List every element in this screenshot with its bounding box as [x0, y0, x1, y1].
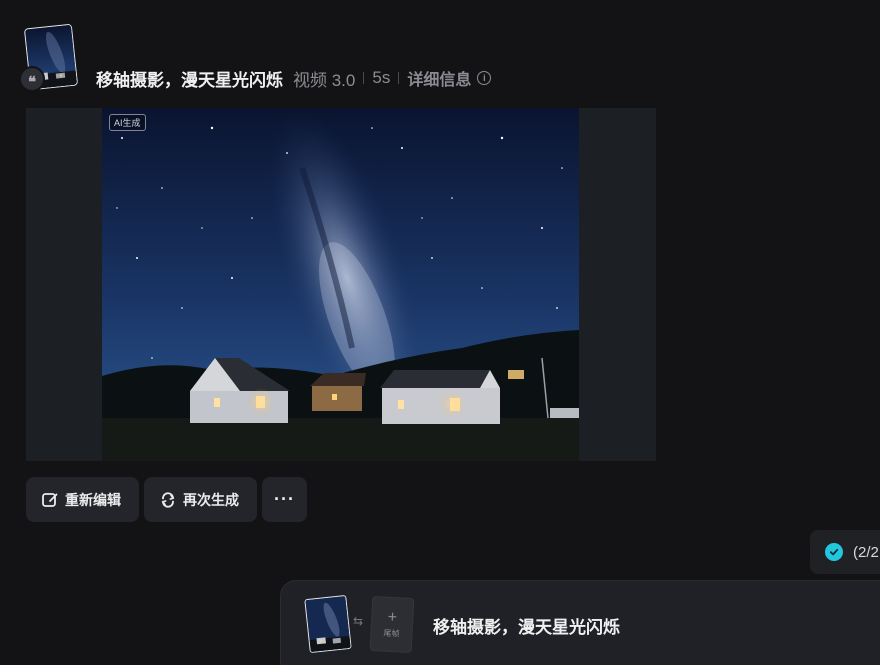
details-label: 详细信息	[407, 72, 472, 89]
action-bar: 重新编辑 再次生成 ···	[26, 477, 307, 522]
plus-icon: +	[387, 608, 398, 627]
reedit-button[interactable]: 重新编辑	[26, 477, 139, 522]
prompt-composer[interactable]: ⇆ + 尾帧 移轴摄影，漫天星光闪烁	[280, 580, 880, 665]
first-frame-thumbnail[interactable]	[304, 594, 352, 654]
model-label: 视频 3.0	[293, 70, 356, 90]
last-frame-label: 尾帧	[383, 628, 400, 639]
regenerate-button[interactable]: 再次生成	[144, 477, 257, 522]
edit-icon	[42, 492, 58, 507]
generation-header: 移轴摄影，漫天星光闪烁 视频 3.0 5s 详细信息 i	[96, 66, 492, 90]
ai-generated-tag: AI生成	[109, 114, 146, 131]
prompt-title: 移轴摄影，漫天星光闪烁	[96, 70, 283, 90]
regenerate-icon	[161, 491, 175, 508]
swap-icon[interactable]: ⇆	[353, 614, 363, 628]
more-icon: ···	[274, 489, 295, 509]
video-preview[interactable]: AI生成	[26, 108, 656, 461]
task-status-chip[interactable]: (2/2	[810, 530, 880, 574]
check-circle-icon	[825, 543, 843, 561]
divider	[363, 72, 365, 84]
quote-icon: ❝	[19, 66, 45, 92]
last-frame-slot[interactable]: + 尾帧	[369, 595, 415, 654]
task-status-text: (2/2	[853, 543, 879, 561]
more-button[interactable]: ···	[262, 477, 307, 522]
divider	[398, 72, 400, 84]
generated-image: AI生成	[102, 108, 579, 461]
duration-label: 5s	[372, 68, 391, 87]
details-link[interactable]: 详细信息 i	[407, 66, 492, 90]
reedit-label: 重新编辑	[65, 491, 121, 508]
info-icon: i	[477, 71, 492, 85]
composer-prompt-text[interactable]: 移轴摄影，漫天星光闪烁	[433, 613, 620, 638]
regenerate-label: 再次生成	[183, 491, 239, 508]
